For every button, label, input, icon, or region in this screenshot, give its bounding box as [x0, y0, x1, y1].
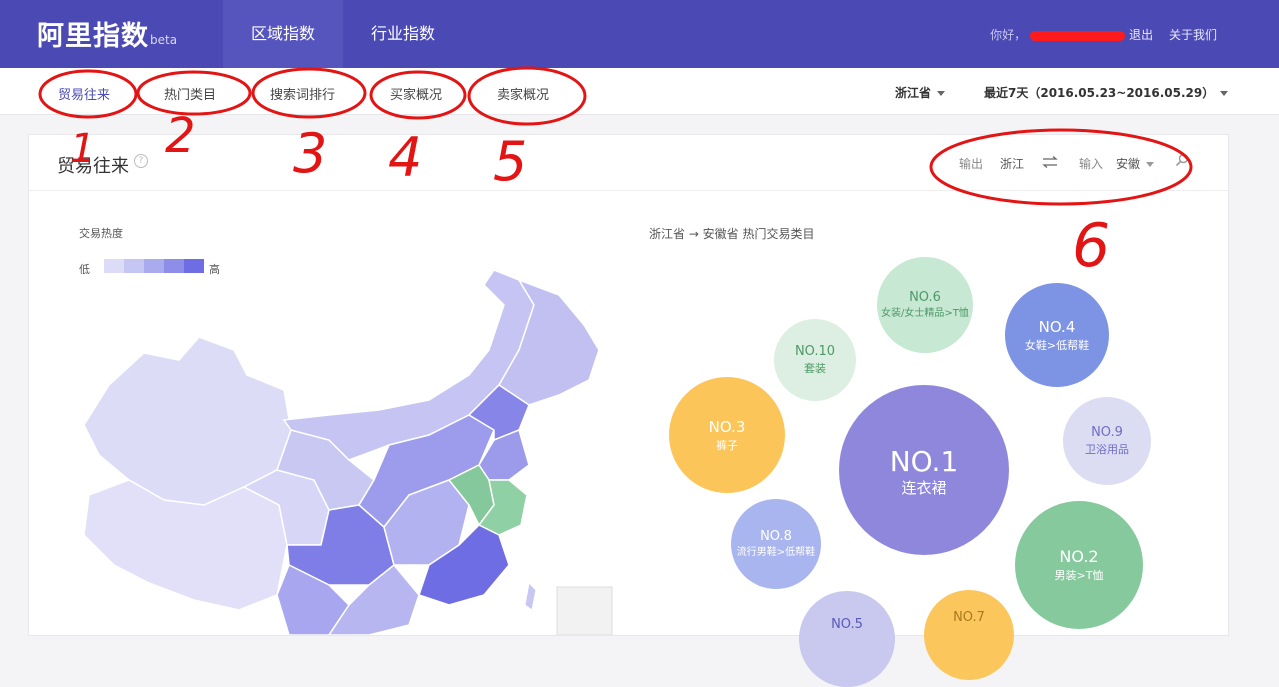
bubble-rank: NO.8	[760, 529, 792, 544]
redacted-username	[1030, 30, 1126, 41]
bubble-rank: NO.2	[1059, 547, 1099, 566]
bubble-rank: NO.1	[889, 445, 959, 478]
chevron-down-icon	[1220, 91, 1229, 96]
app-logo[interactable]: 阿里指数	[37, 14, 149, 53]
chevron-down-icon	[1146, 162, 1155, 167]
bubble-category: 流行男鞋>低帮鞋	[736, 547, 816, 558]
subtab-hot-categories[interactable]: 热门类目	[164, 84, 216, 103]
bubble-category: 裤子	[716, 438, 738, 452]
top-navbar: 阿里指数 beta 区域指数 行业指数 你好， 退出 关于我们	[0, 0, 1279, 68]
chevron-down-icon	[937, 91, 946, 96]
subtab-trade[interactable]: 贸易往来	[58, 84, 110, 103]
province-value: 浙江省	[895, 86, 932, 100]
bubble-rank-4[interactable]: NO.4 女鞋>低帮鞋	[1005, 283, 1109, 387]
bubble-rank-3[interactable]: NO.3 裤子	[669, 377, 785, 493]
bubble-category: 女装/女士精品>T恤	[881, 308, 969, 319]
flow-title: 浙江省 → 安徽省 热门交易类目	[649, 227, 815, 241]
bubble-rank: NO.3	[708, 417, 746, 436]
card-title: 贸易往来	[57, 156, 129, 177]
trade-card: 贸易往来 ? 输出 浙江 输入 安徽 交易热度 低 高 浙江省 → 安徽省 热门…	[28, 134, 1229, 687]
bubble-rank: NO.4	[1038, 317, 1076, 336]
bubble-rank-9[interactable]: NO.9 卫浴用品	[1063, 397, 1151, 485]
tab-industry-index[interactable]: 行业指数	[343, 0, 463, 68]
logout-link[interactable]: 退出	[1129, 28, 1153, 42]
input-label: 输入	[1079, 157, 1104, 171]
province-select[interactable]: 浙江省	[895, 84, 946, 101]
bubble-rank: NO.5	[831, 617, 863, 632]
bubble-rank-10[interactable]: NO.10 套装	[774, 319, 856, 401]
divider	[29, 190, 1228, 191]
bubble-rank-8[interactable]: NO.8 流行男鞋>低帮鞋	[731, 499, 821, 589]
south-china-sea-inset	[556, 586, 613, 635]
user-bar: 你好， 退出 关于我们	[990, 26, 1217, 43]
output-label: 输出	[959, 157, 984, 171]
china-heat-map[interactable]	[29, 265, 629, 635]
bubble-rank-6[interactable]: NO.6 女装/女士精品>T恤	[877, 257, 973, 353]
bubble-category: 女鞋>低帮鞋	[1024, 338, 1090, 352]
bubble-category: 套装	[804, 362, 826, 375]
map-region-taiwan	[524, 581, 537, 611]
date-range-select[interactable]: 最近7天（2016.05.23~2016.05.29）	[984, 84, 1229, 101]
bubble-category: 卫浴用品	[1085, 443, 1129, 456]
subtab-search-ranking[interactable]: 搜索词排行	[270, 84, 335, 103]
search-icon[interactable]	[1175, 153, 1189, 167]
bubble-rank-7[interactable]: NO.7	[924, 590, 1014, 680]
bubble-rank: NO.6	[909, 290, 941, 305]
bubble-rank-1[interactable]: NO.1 连衣裙	[839, 385, 1009, 555]
about-link[interactable]: 关于我们	[1169, 28, 1217, 42]
output-province-select[interactable]: 浙江	[1000, 155, 1024, 172]
bubble-rank-2[interactable]: NO.2 男装>T恤	[1015, 501, 1143, 629]
bubble-category: 男装>T恤	[1054, 569, 1104, 582]
tab-regional-index[interactable]: 区域指数	[223, 0, 343, 68]
input-province-value: 安徽	[1116, 157, 1141, 171]
beta-badge: beta	[150, 33, 178, 47]
date-range-value: 最近7天（2016.05.23~2016.05.29）	[984, 86, 1215, 100]
user-greeting: 你好，	[990, 28, 1027, 42]
bubble-rank-5[interactable]: NO.5	[799, 591, 895, 687]
bubble-rank: NO.9	[1091, 425, 1123, 440]
bubble-rank: NO.10	[794, 344, 836, 359]
subtab-seller-overview[interactable]: 卖家概况	[497, 84, 549, 103]
input-province-select[interactable]: 安徽	[1116, 155, 1155, 172]
bubble-category: 连衣裙	[901, 479, 947, 497]
help-icon[interactable]: ?	[134, 154, 148, 168]
sub-navbar: 贸易往来 热门类目 搜索词排行 买家概况 卖家概况 浙江省 最近7天（2016.…	[0, 68, 1279, 115]
heat-legend-title: 交易热度	[79, 227, 123, 240]
subtab-buyer-overview[interactable]: 买家概况	[390, 84, 442, 103]
swap-icon[interactable]	[1042, 156, 1058, 168]
